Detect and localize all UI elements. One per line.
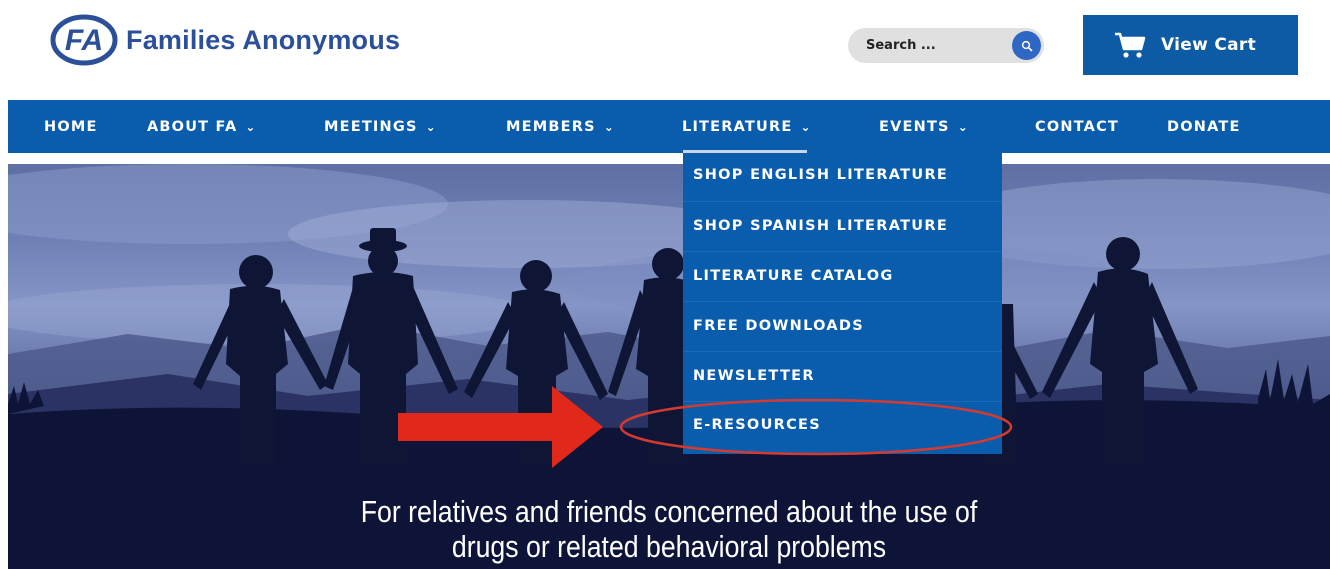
- search-input[interactable]: [866, 34, 1006, 56]
- nav-label: EVENTS: [879, 118, 950, 135]
- hero-banner: For relatives and friends concerned abou…: [8, 164, 1330, 569]
- menu-item-shop-spanish-literature[interactable]: SHOP SPANISH LITERATURE: [693, 211, 948, 241]
- menu-divider: [683, 351, 1002, 352]
- menu-divider: [683, 201, 1002, 202]
- fa-logo-icon: FA: [50, 14, 118, 66]
- logo-mark-text: FA: [65, 24, 103, 57]
- menu-divider: [683, 301, 1002, 302]
- nav-item-members[interactable]: MEMBERS ⌄: [506, 100, 615, 153]
- search-form: [848, 28, 1044, 63]
- site-name: Families Anonymous: [126, 24, 401, 55]
- menu-item-newsletter[interactable]: NEWSLETTER: [693, 361, 815, 391]
- literature-dropdown-menu: SHOP ENGLISH LITERATURE SHOP SPANISH LIT…: [683, 153, 1002, 454]
- nav-item-about-fa[interactable]: ABOUT FA ⌄: [147, 100, 257, 153]
- nav-item-donate[interactable]: DONATE: [1167, 100, 1241, 153]
- nav-label: MEMBERS: [506, 118, 596, 135]
- menu-item-literature-catalog[interactable]: LITERATURE CATALOG: [693, 261, 894, 291]
- menu-divider: [683, 251, 1002, 252]
- search-button[interactable]: [1012, 31, 1041, 60]
- nav-item-home[interactable]: HOME: [44, 100, 98, 153]
- view-cart-label: View Cart: [1161, 35, 1256, 55]
- tagline-line-2: drugs or related behavioral problems: [451, 529, 887, 564]
- search-icon: [1021, 40, 1032, 51]
- tagline-line-1: For relatives and friends concerned abou…: [360, 494, 978, 529]
- view-cart-button[interactable]: View Cart: [1083, 15, 1298, 75]
- nav-spacer: [8, 153, 1330, 164]
- chevron-down-icon: ⌄: [800, 119, 812, 134]
- chevron-down-icon: ⌄: [245, 119, 257, 134]
- nav-item-literature[interactable]: LITERATURE ⌄: [682, 100, 812, 153]
- site-logo[interactable]: FA Families Anonymous: [50, 14, 400, 66]
- hero-tagline: For relatives and friends concerned abou…: [101, 494, 1238, 564]
- chevron-down-icon: ⌄: [603, 119, 615, 134]
- cart-icon: [1115, 32, 1146, 58]
- menu-item-shop-english-literature[interactable]: SHOP ENGLISH LITERATURE: [693, 160, 948, 190]
- chevron-down-icon: ⌄: [425, 119, 437, 134]
- menu-item-free-downloads[interactable]: FREE DOWNLOADS: [693, 311, 864, 341]
- nav-item-meetings[interactable]: MEETINGS ⌄: [324, 100, 437, 153]
- nav-label: ABOUT FA: [147, 118, 238, 135]
- nav-label: MEETINGS: [324, 118, 418, 135]
- nav-label: CONTACT: [1035, 118, 1120, 135]
- nav-item-events[interactable]: EVENTS ⌄: [879, 100, 969, 153]
- menu-divider: [683, 401, 1002, 402]
- nav-label: LITERATURE: [682, 118, 793, 135]
- main-nav: HOME ABOUT FA ⌄ MEETINGS ⌄ MEMBERS ⌄ LIT…: [8, 100, 1330, 153]
- chevron-down-icon: ⌄: [957, 119, 969, 134]
- menu-item-e-resources[interactable]: E-RESOURCES: [693, 410, 821, 440]
- nav-label: DONATE: [1167, 118, 1241, 135]
- nav-item-contact[interactable]: CONTACT: [1035, 100, 1119, 153]
- nav-label: HOME: [44, 118, 98, 135]
